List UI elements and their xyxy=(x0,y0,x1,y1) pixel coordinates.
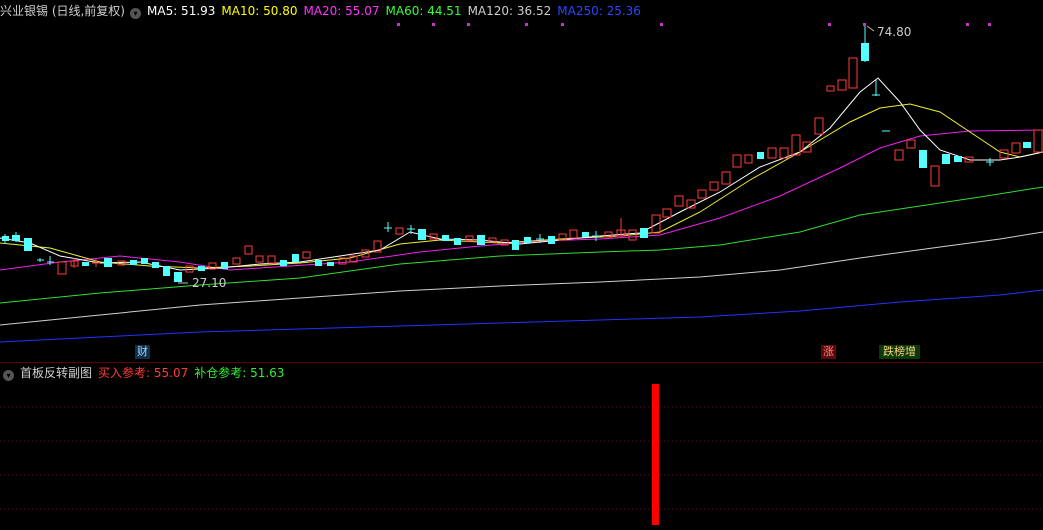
signal-bar xyxy=(652,384,659,525)
ma120-line xyxy=(0,231,1043,326)
finance-marker[interactable]: 财 xyxy=(135,345,150,359)
dragon-tiger-marker[interactable]: 跌榜增 xyxy=(879,345,920,359)
limit-up-marker[interactable]: 涨 xyxy=(821,345,836,359)
main-chart-panel[interactable]: 兴业银锡 (日线,前复权) ▾ MA5: 51.93 MA10: 50.80 MA20:… xyxy=(0,0,1043,362)
candlestick-chart[interactable]: 74.80 27.10 xyxy=(0,0,1043,362)
low-price-label: 27.10 xyxy=(192,276,226,290)
sub-chart-panel[interactable]: ▾ 首板反转副图 买入参考: 55.07 补仓参考: 51.63 xyxy=(0,362,1043,530)
ma20-line xyxy=(0,129,1043,271)
ma250-line xyxy=(0,289,1043,343)
sub-chart-canvas xyxy=(0,384,1043,525)
high-price-label: 74.80 xyxy=(877,25,911,39)
